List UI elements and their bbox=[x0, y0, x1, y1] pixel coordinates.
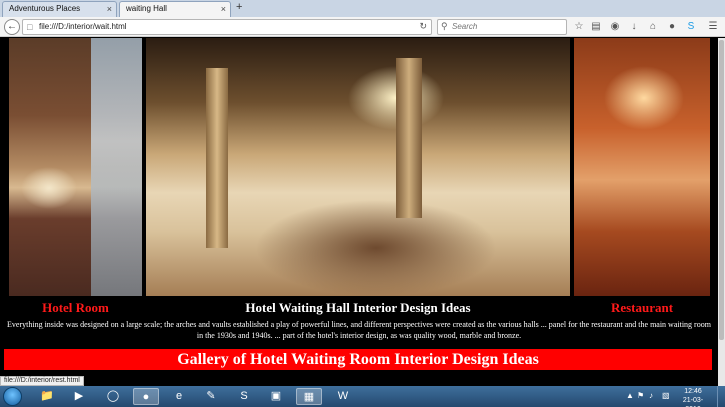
chat-icon[interactable]: ● bbox=[666, 20, 678, 33]
clock-time: 12:46 bbox=[684, 388, 702, 395]
status-link-preview: file:///D:/interior/rest.html bbox=[0, 376, 84, 386]
tab-waiting-hall[interactable]: waiting Hall × bbox=[119, 1, 231, 17]
new-tab-button[interactable]: + bbox=[236, 1, 242, 13]
back-button[interactable]: ← bbox=[4, 19, 20, 35]
page-icon: □ bbox=[27, 22, 33, 32]
home-icon[interactable]: ⌂ bbox=[647, 20, 659, 33]
taskbar: 📁 ▶ ◯ ● e ✎ S ▣ ▦ W ▲ ⚑ ♪ ▧ 12:46 21-03-… bbox=[0, 386, 725, 407]
network-icon[interactable]: ▧ bbox=[662, 391, 670, 400]
hotel-room-caption[interactable]: Hotel Room bbox=[9, 300, 142, 316]
skype-icon[interactable]: S bbox=[685, 20, 697, 33]
volume-icon[interactable]: ♪ bbox=[649, 391, 653, 400]
tab-title: Adventurous Places bbox=[9, 4, 81, 13]
skype-icon[interactable]: S bbox=[231, 388, 257, 405]
navigation-bar: ← □ file:///D:/interior/wait.html ↻ ⚲ ☆ … bbox=[0, 17, 725, 37]
search-input[interactable] bbox=[452, 22, 562, 31]
notes-icon[interactable]: ▣ bbox=[263, 388, 289, 405]
reload-icon[interactable]: ↻ bbox=[419, 21, 427, 32]
tab-strip: Adventurous Places × waiting Hall × + bbox=[0, 0, 725, 17]
download-icon[interactable]: ↓ bbox=[628, 20, 640, 33]
restaurant-image[interactable] bbox=[574, 38, 710, 296]
search-icon: ⚲ bbox=[441, 21, 448, 31]
gallery-heading: Gallery of Hotel Waiting Room Interior D… bbox=[4, 349, 712, 370]
paint-icon[interactable]: ✎ bbox=[198, 388, 224, 405]
show-desktop-button[interactable] bbox=[717, 386, 725, 407]
flag-icon[interactable]: ⚑ bbox=[637, 391, 644, 400]
url-text[interactable]: file:///D:/interior/wait.html bbox=[39, 22, 127, 31]
start-button[interactable] bbox=[3, 387, 22, 406]
media-player-icon[interactable]: ▶ bbox=[66, 388, 92, 405]
description-paragraph: Everything inside was designed on a larg… bbox=[7, 320, 711, 340]
page-content: Hotel Room Hotel Waiting Hall Interior D… bbox=[0, 38, 718, 386]
chrome-icon[interactable]: ◯ bbox=[100, 388, 126, 405]
clock-date: 21-03-2016 bbox=[682, 397, 704, 407]
show-hidden-icons-icon[interactable]: ▲ bbox=[626, 391, 634, 400]
file-explorer-icon[interactable]: 📁 bbox=[34, 388, 60, 405]
tab-title: waiting Hall bbox=[126, 4, 167, 13]
scrollbar-thumb[interactable] bbox=[719, 40, 724, 340]
menu-icon[interactable]: ☰ bbox=[707, 20, 719, 33]
reading-list-icon[interactable]: ▤ bbox=[590, 20, 602, 33]
search-bar[interactable]: ⚲ bbox=[437, 19, 567, 35]
word-icon[interactable]: W bbox=[330, 388, 356, 405]
page-title: Hotel Waiting Hall Interior Design Ideas bbox=[245, 300, 471, 315]
vertical-scrollbar[interactable] bbox=[718, 38, 725, 386]
hotel-room-image[interactable] bbox=[9, 38, 142, 296]
waiting-hall-image bbox=[146, 38, 570, 296]
address-bar[interactable]: □ file:///D:/interior/wait.html ↻ bbox=[22, 19, 432, 35]
firefox-icon[interactable]: ● bbox=[133, 388, 159, 405]
restaurant-caption[interactable]: Restaurant bbox=[574, 300, 710, 316]
close-icon[interactable]: × bbox=[221, 2, 226, 16]
arrow-left-icon: ← bbox=[7, 21, 17, 32]
tab-adventurous-places[interactable]: Adventurous Places × bbox=[2, 1, 117, 17]
system-clock[interactable]: 12:46 21-03-2016 bbox=[676, 387, 710, 407]
remote-desktop-icon[interactable]: ▦ bbox=[296, 388, 322, 405]
internet-explorer-icon[interactable]: e bbox=[166, 388, 192, 405]
close-icon[interactable]: × bbox=[107, 2, 112, 16]
pocket-icon[interactable]: ◉ bbox=[609, 20, 621, 33]
star-icon[interactable]: ☆ bbox=[573, 20, 585, 33]
